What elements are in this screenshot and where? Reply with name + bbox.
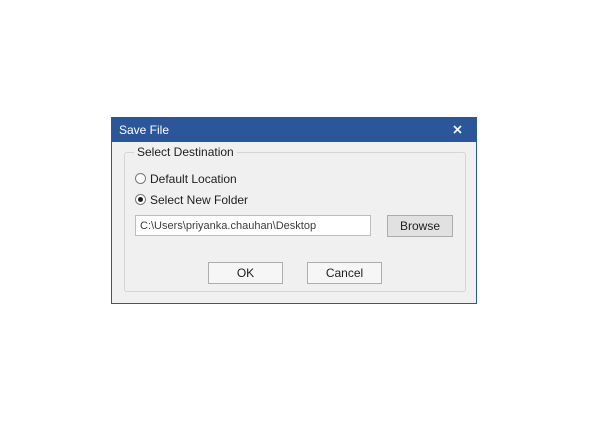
radio-circle[interactable] [135, 173, 146, 184]
dialog-titlebar[interactable]: Save File [112, 118, 476, 142]
page: Save File Select Destination Default Loc… [0, 0, 590, 421]
radio-label: Default Location [150, 172, 237, 186]
browse-button[interactable]: Browse [387, 215, 453, 237]
cancel-button[interactable]: Cancel [307, 262, 382, 284]
dialog-title: Save File [119, 123, 170, 137]
radio-circle[interactable] [135, 194, 146, 205]
folder-path-input[interactable] [135, 215, 371, 236]
group-legend: Select Destination [134, 145, 237, 159]
select-destination-group: Select Destination Default Location Sele… [124, 145, 466, 292]
radio-label: Select New Folder [150, 193, 249, 207]
close-icon [453, 125, 462, 134]
close-button[interactable] [440, 118, 476, 142]
ok-button[interactable]: OK [208, 262, 283, 284]
radio-selected-dot [138, 197, 143, 202]
save-file-dialog: Save File Select Destination Default Loc… [111, 117, 477, 304]
